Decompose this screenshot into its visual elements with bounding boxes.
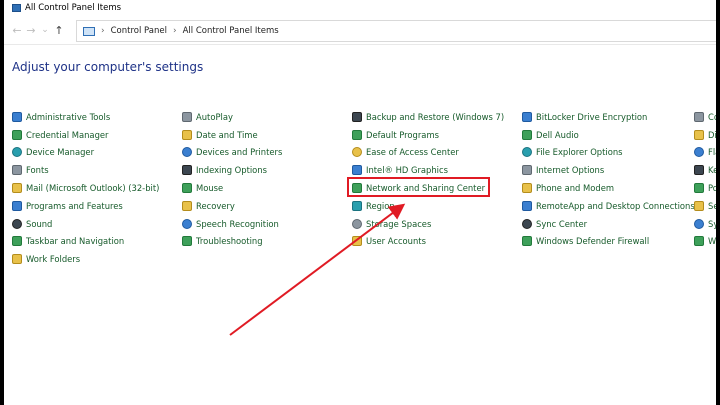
control-panel-window: All Control Panel Items ← → ⌄ ↑ › Contro… [4, 0, 716, 405]
annotation-arrow [229, 203, 406, 336]
